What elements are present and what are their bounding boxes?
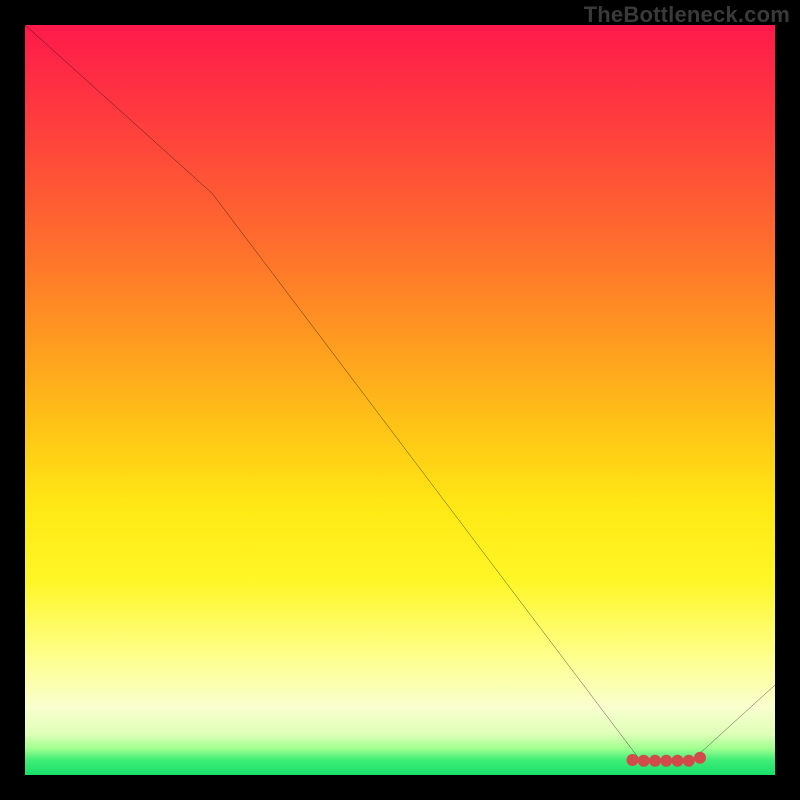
marker-point [638,755,650,767]
watermark-text: TheBottleneck.com [584,2,790,28]
marker-point [627,754,639,766]
chart-overlay [25,25,775,775]
marker-point [660,755,672,767]
chart-frame: TheBottleneck.com [0,0,800,800]
data-line [25,25,775,760]
marker-group [627,752,706,767]
marker-point [683,755,695,767]
marker-point [672,755,684,767]
plot-area [25,25,775,775]
marker-point [649,755,661,767]
marker-point [694,752,706,764]
